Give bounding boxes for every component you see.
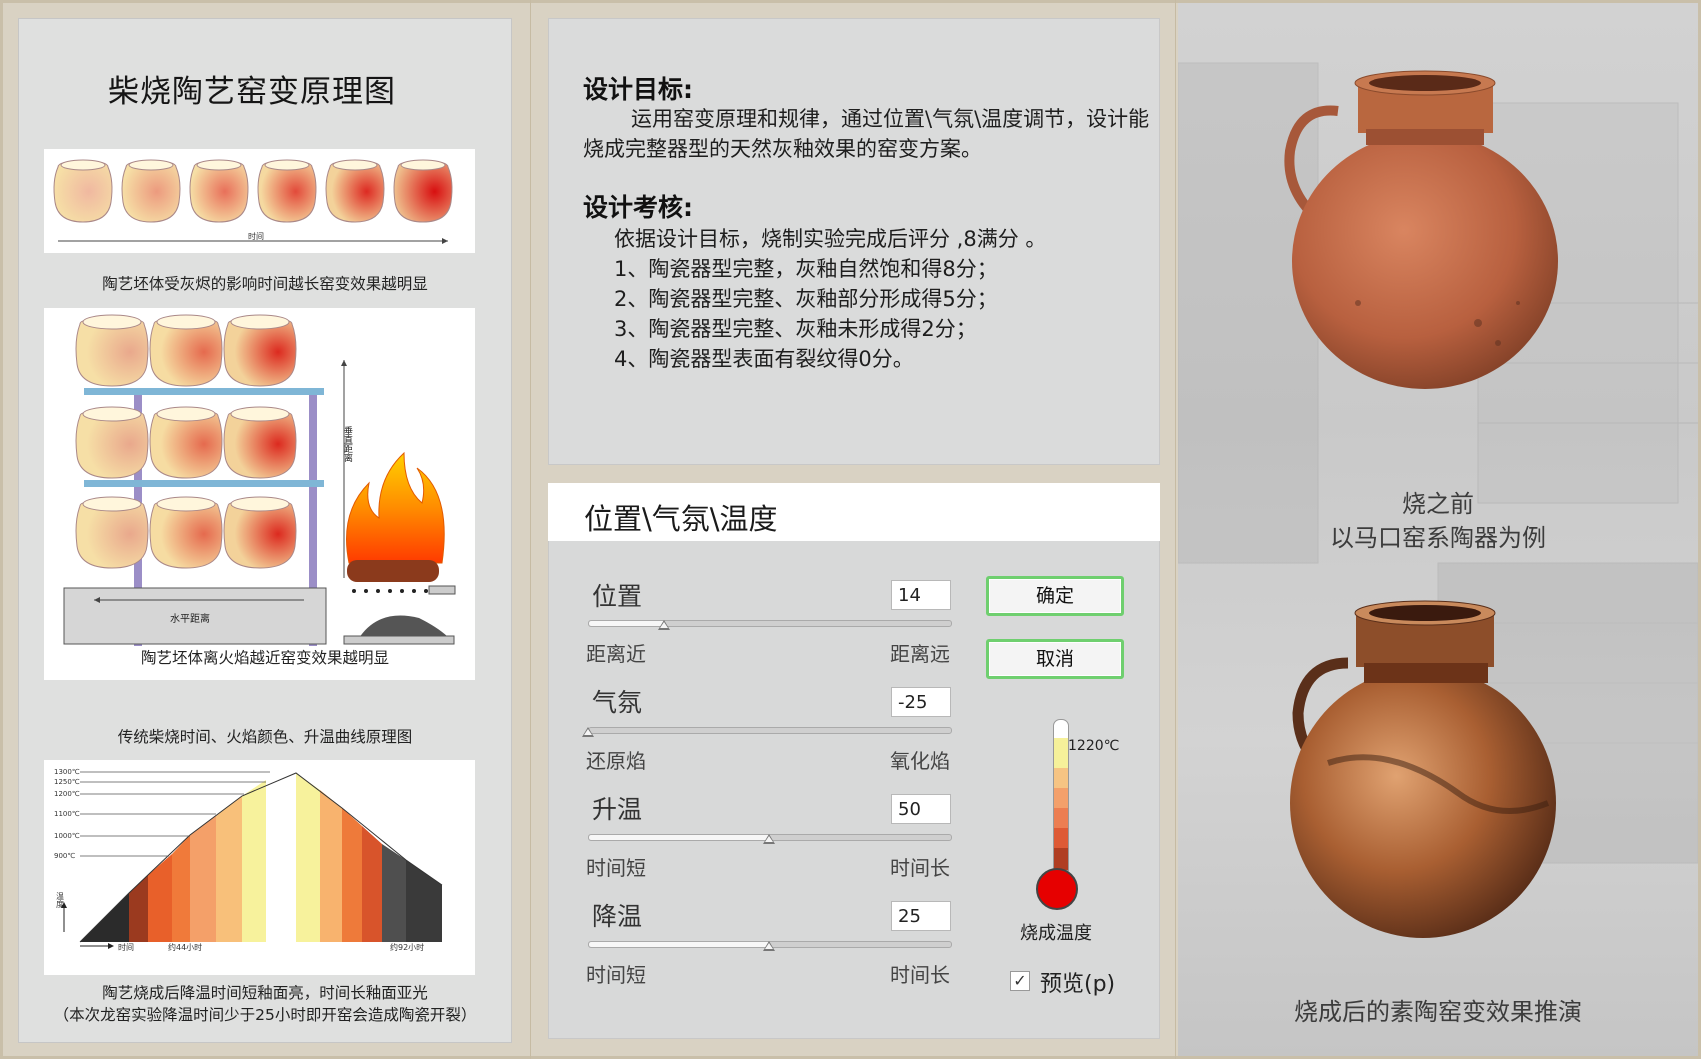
panel-divider	[530, 0, 531, 1059]
heating-min-label: 时间短	[586, 856, 646, 880]
jar-row	[53, 159, 453, 223]
atmosphere-value-input[interactable]: -25	[891, 687, 951, 717]
slider-fill	[589, 621, 666, 626]
y-tick-1000: 1000℃	[54, 832, 80, 840]
control-panel-title: 位置\气氛\温度	[584, 502, 778, 536]
goal-heading: 设计目标:	[583, 75, 693, 104]
heating-slider-thumb[interactable]	[763, 834, 775, 844]
fig3-caption-line1: 陶艺烧成后降温时间短釉面亮，时间长釉面亚光	[102, 984, 428, 1002]
thermometer-bulb	[1036, 868, 1078, 910]
cooling-min-label: 时间短	[586, 963, 646, 987]
exam-heading: 设计考核:	[583, 193, 693, 222]
control-panel-header: 位置\气氛\温度	[548, 483, 1160, 541]
exam-line: 2、陶瓷器型完整、灰釉部分形成得5分；	[614, 287, 998, 311]
after-caption: 烧成后的素陶窑变效果推演	[1294, 998, 1582, 1026]
heating-max-label: 时间长	[890, 856, 950, 880]
y-tick-1200: 1200℃	[54, 790, 80, 798]
before-caption-line2: 以马口窑系陶器为例	[1330, 524, 1546, 552]
position-max-label: 距离远	[890, 642, 950, 666]
time-44h-label: 约44小时	[168, 942, 202, 952]
before-caption-line1: 烧之前	[1402, 490, 1474, 518]
y-tick-1300: 1300℃	[54, 768, 80, 776]
preview-checkbox[interactable]: ✓	[1010, 971, 1030, 991]
firing-curve-figure: 1300℃ 1250℃ 1200℃ 1100℃ 1000℃ 900℃ 温度 时间…	[44, 760, 475, 975]
exam-criteria: 依据设计目标，烧制实验完成后评分 ,8满分 。 1、陶瓷器型完整，灰釉自然饱和得…	[614, 224, 1154, 374]
flame-color-bands	[80, 773, 442, 942]
cooling-slider-thumb[interactable]	[763, 941, 775, 951]
kiln-distance-figure: 水平距离 垂直距离	[44, 308, 475, 680]
y-tick-1100: 1100℃	[54, 810, 80, 818]
exam-line: 4、陶瓷器型表面有裂纹得0分。	[614, 347, 914, 371]
ash-time-figure: 时间	[44, 149, 475, 253]
horizontal-distance-label: 水平距离	[170, 612, 210, 625]
principle-panel: 柴烧陶艺窑变原理图 时间 陶艺坯体受灰烬的影响时间越长窑变效果越明显 水平距离 …	[18, 18, 512, 1043]
confirm-button[interactable]: 确定	[986, 576, 1124, 616]
thermometer-tube	[1053, 719, 1069, 871]
position-min-label: 距离近	[586, 642, 646, 666]
panel-divider	[1175, 0, 1176, 1059]
y-tick-1250: 1250℃	[54, 778, 80, 786]
fig3-title: 传统柴烧时间、火焰颜色、升温曲线原理图	[117, 728, 413, 746]
slider-fill	[589, 835, 770, 840]
time-92h-label: 约92小时	[390, 942, 424, 952]
preview-panel: 烧之前 以马口窑系陶器为例 烧成后的素陶窑变效果推演	[1178, 3, 1698, 1056]
temp-tick-labels: 1300℃ 1250℃ 1200℃ 1100℃ 1000℃ 900℃	[54, 768, 80, 860]
heating-label: 升温	[592, 795, 643, 824]
position-value-input[interactable]: 14	[891, 580, 951, 610]
firing-temperature-label: 烧成温度	[1020, 923, 1092, 944]
atmosphere-label: 气氛	[592, 688, 643, 717]
atmosphere-slider-thumb[interactable]	[582, 727, 594, 737]
slider-fill	[589, 942, 770, 947]
atmosphere-min-label: 还原焰	[586, 749, 646, 773]
position-slider[interactable]	[588, 620, 952, 627]
vertical-distance-label: 垂直距离	[342, 425, 353, 463]
firing-temperature-value: 1220℃	[1068, 738, 1120, 754]
cooling-max-label: 时间长	[890, 963, 950, 987]
exam-line: 1、陶瓷器型完整，灰釉自然饱和得8分；	[614, 257, 998, 281]
heating-value-input[interactable]: 50	[891, 794, 951, 824]
cooling-label: 降温	[592, 902, 643, 931]
goal-paragraph: 运用窑变原理和规律，通过位置\气氛\温度调节，设计能烧成完整器型的天然灰釉效果的…	[583, 107, 1150, 161]
kiln-control-panel: 位置\气氛\温度 位置 14 距离近 距离远 气氛 -25 还原焰 氧化焰 升温…	[548, 483, 1160, 1039]
fig1-caption: 陶艺坯体受灰烬的影响时间越长窑变效果越明显	[102, 275, 428, 293]
atmosphere-max-label: 氧化焰	[890, 749, 950, 773]
time-axis-label: 时间	[248, 231, 264, 241]
fig2-caption: 陶艺坯体离火焰越近窑变效果越明显	[140, 649, 389, 667]
jar-grid	[75, 314, 297, 569]
principle-title: 柴烧陶艺窑变原理图	[108, 74, 396, 110]
exam-line: 依据设计目标，烧制实验完成后评分 ,8满分 。	[614, 227, 1047, 251]
fire-illustration	[343, 451, 456, 645]
position-label: 位置	[592, 582, 643, 611]
design-brief-panel: 设计目标: 运用窑变原理和规律，通过位置\气氛\温度调节，设计能烧成完整器型的天…	[548, 18, 1160, 465]
preview-label[interactable]: 预览(p)	[1040, 966, 1115, 998]
atmosphere-slider[interactable]	[588, 727, 952, 734]
goal-text: 运用窑变原理和规律，通过位置\气氛\温度调节，设计能烧成完整器型的天然灰釉效果的…	[583, 104, 1153, 164]
time-start-label: 时间	[118, 942, 134, 952]
position-slider-thumb[interactable]	[658, 620, 671, 630]
y-tick-900: 900℃	[54, 852, 75, 860]
cancel-button[interactable]: 取消	[986, 639, 1124, 679]
fig3-caption-line2: （本次龙窑实验降温时间少于25小时即开窑会造成陶瓷开裂）	[53, 1006, 477, 1024]
exam-line: 3、陶瓷器型完整、灰釉未形成得2分；	[614, 317, 977, 341]
cooling-value-input[interactable]: 25	[891, 901, 951, 931]
